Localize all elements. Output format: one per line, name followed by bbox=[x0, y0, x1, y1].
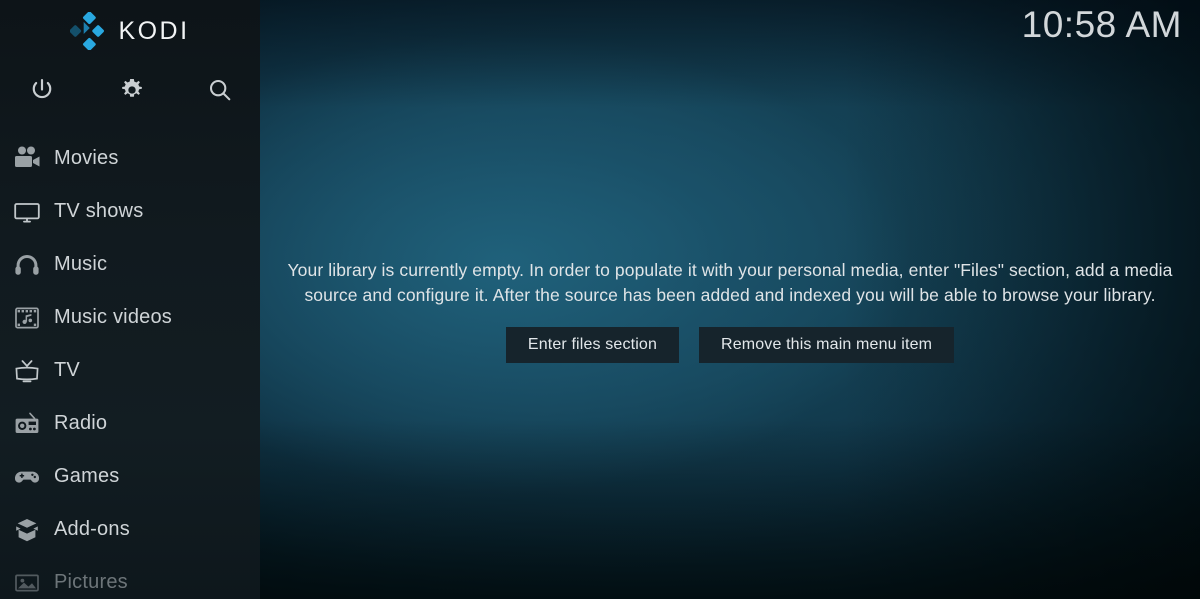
empty-library-panel: Your library is currently empty. In orde… bbox=[260, 258, 1200, 363]
film-music-icon bbox=[0, 304, 54, 332]
empty-library-message: Your library is currently empty. In orde… bbox=[287, 260, 1173, 305]
enter-files-section-button[interactable]: Enter files section bbox=[505, 327, 680, 363]
sidebar-item-games[interactable]: Games bbox=[0, 450, 260, 503]
empty-library-actions: Enter files section Remove this main men… bbox=[260, 327, 1200, 363]
search-button[interactable] bbox=[197, 62, 243, 118]
brand-name: KODI bbox=[118, 16, 190, 45]
sidebar-item-label: Music videos bbox=[54, 306, 172, 328]
settings-button[interactable] bbox=[109, 62, 155, 118]
power-icon bbox=[29, 77, 55, 103]
addons-box-icon bbox=[0, 516, 54, 544]
kodi-logo-icon bbox=[70, 12, 105, 50]
sidebar-item-movies[interactable]: Movies bbox=[0, 132, 260, 185]
sidebar-item-label: Music bbox=[54, 253, 108, 275]
brand-header: KODI bbox=[0, 0, 260, 62]
remove-main-menu-item-button[interactable]: Remove this main menu item bbox=[699, 327, 955, 363]
sidebar-menu: Movies TV shows Music Music videos TV Ra… bbox=[0, 132, 260, 599]
sidebar-item-label: Movies bbox=[54, 147, 119, 169]
sidebar-item-label: Games bbox=[54, 465, 120, 487]
television-icon bbox=[0, 198, 54, 226]
sidebar: KODI Movies TV shows Music Music videos … bbox=[0, 0, 260, 599]
main-content-area: 10:58 AM Your library is currently empty… bbox=[260, 0, 1200, 599]
sidebar-item-label: Add-ons bbox=[54, 518, 130, 540]
radio-icon bbox=[0, 410, 54, 438]
gear-icon bbox=[119, 77, 145, 103]
clock: 10:58 AM bbox=[1021, 4, 1182, 45]
sidebar-item-label: Pictures bbox=[54, 571, 128, 593]
gamepad-icon bbox=[0, 463, 54, 491]
tv-antenna-icon bbox=[0, 357, 54, 385]
sidebar-item-label: TV bbox=[54, 359, 80, 381]
sidebar-item-tv-shows[interactable]: TV shows bbox=[0, 185, 260, 238]
sidebar-item-tv[interactable]: TV bbox=[0, 344, 260, 397]
sidebar-item-music[interactable]: Music bbox=[0, 238, 260, 291]
sidebar-item-pictures[interactable]: Pictures bbox=[0, 556, 260, 599]
movie-camera-icon bbox=[0, 145, 54, 173]
search-icon bbox=[207, 77, 233, 103]
headphones-icon bbox=[0, 251, 54, 279]
sidebar-item-radio[interactable]: Radio bbox=[0, 397, 260, 450]
sidebar-item-label: Radio bbox=[54, 412, 108, 434]
pictures-icon bbox=[0, 569, 54, 597]
sidebar-toolbar bbox=[0, 62, 260, 118]
sidebar-item-add-ons[interactable]: Add-ons bbox=[0, 503, 260, 556]
sidebar-item-label: TV shows bbox=[54, 200, 144, 222]
kodi-home-screen: 10:58 AM Your library is currently empty… bbox=[0, 0, 1200, 599]
sidebar-item-music-videos[interactable]: Music videos bbox=[0, 291, 260, 344]
power-button[interactable] bbox=[19, 62, 65, 118]
